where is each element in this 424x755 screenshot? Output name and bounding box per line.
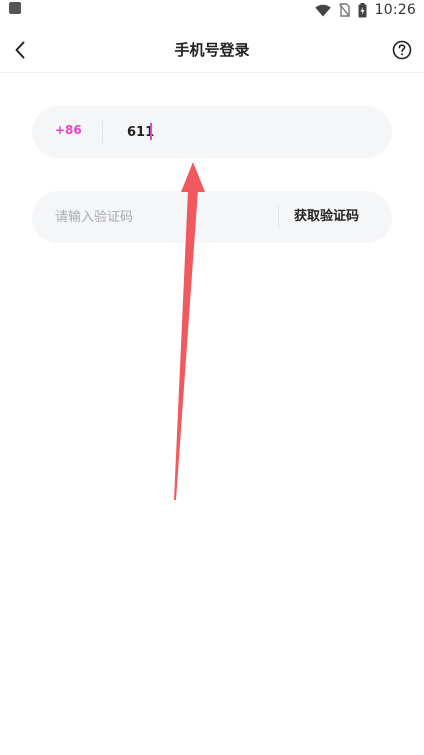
country-code-selector[interactable]: +86 bbox=[55, 123, 82, 137]
notification-square-icon bbox=[9, 2, 21, 14]
header: 手机号登录 bbox=[0, 28, 424, 73]
status-icons: 10:26 bbox=[314, 0, 416, 20]
phone-field: +86 bbox=[32, 106, 392, 158]
battery-charging-icon bbox=[358, 2, 367, 17]
page-title: 手机号登录 bbox=[174, 41, 250, 59]
get-code-button[interactable]: 获取验证码 bbox=[294, 205, 384, 229]
help-circle-icon bbox=[392, 40, 412, 60]
annotation-arrow-head bbox=[181, 162, 205, 192]
verification-code-field: 获取验证码 bbox=[32, 191, 392, 243]
status-bar: 10:26 bbox=[0, 0, 424, 20]
wifi-icon bbox=[314, 4, 331, 16]
text-cursor bbox=[150, 123, 152, 140]
status-time: 10:26 bbox=[374, 2, 416, 18]
phone-field-divider bbox=[102, 121, 103, 143]
help-button[interactable] bbox=[392, 40, 412, 60]
verification-code-input[interactable] bbox=[55, 205, 265, 229]
code-field-divider bbox=[278, 206, 279, 228]
no-sim-icon bbox=[338, 3, 350, 17]
phone-input[interactable] bbox=[127, 120, 347, 144]
